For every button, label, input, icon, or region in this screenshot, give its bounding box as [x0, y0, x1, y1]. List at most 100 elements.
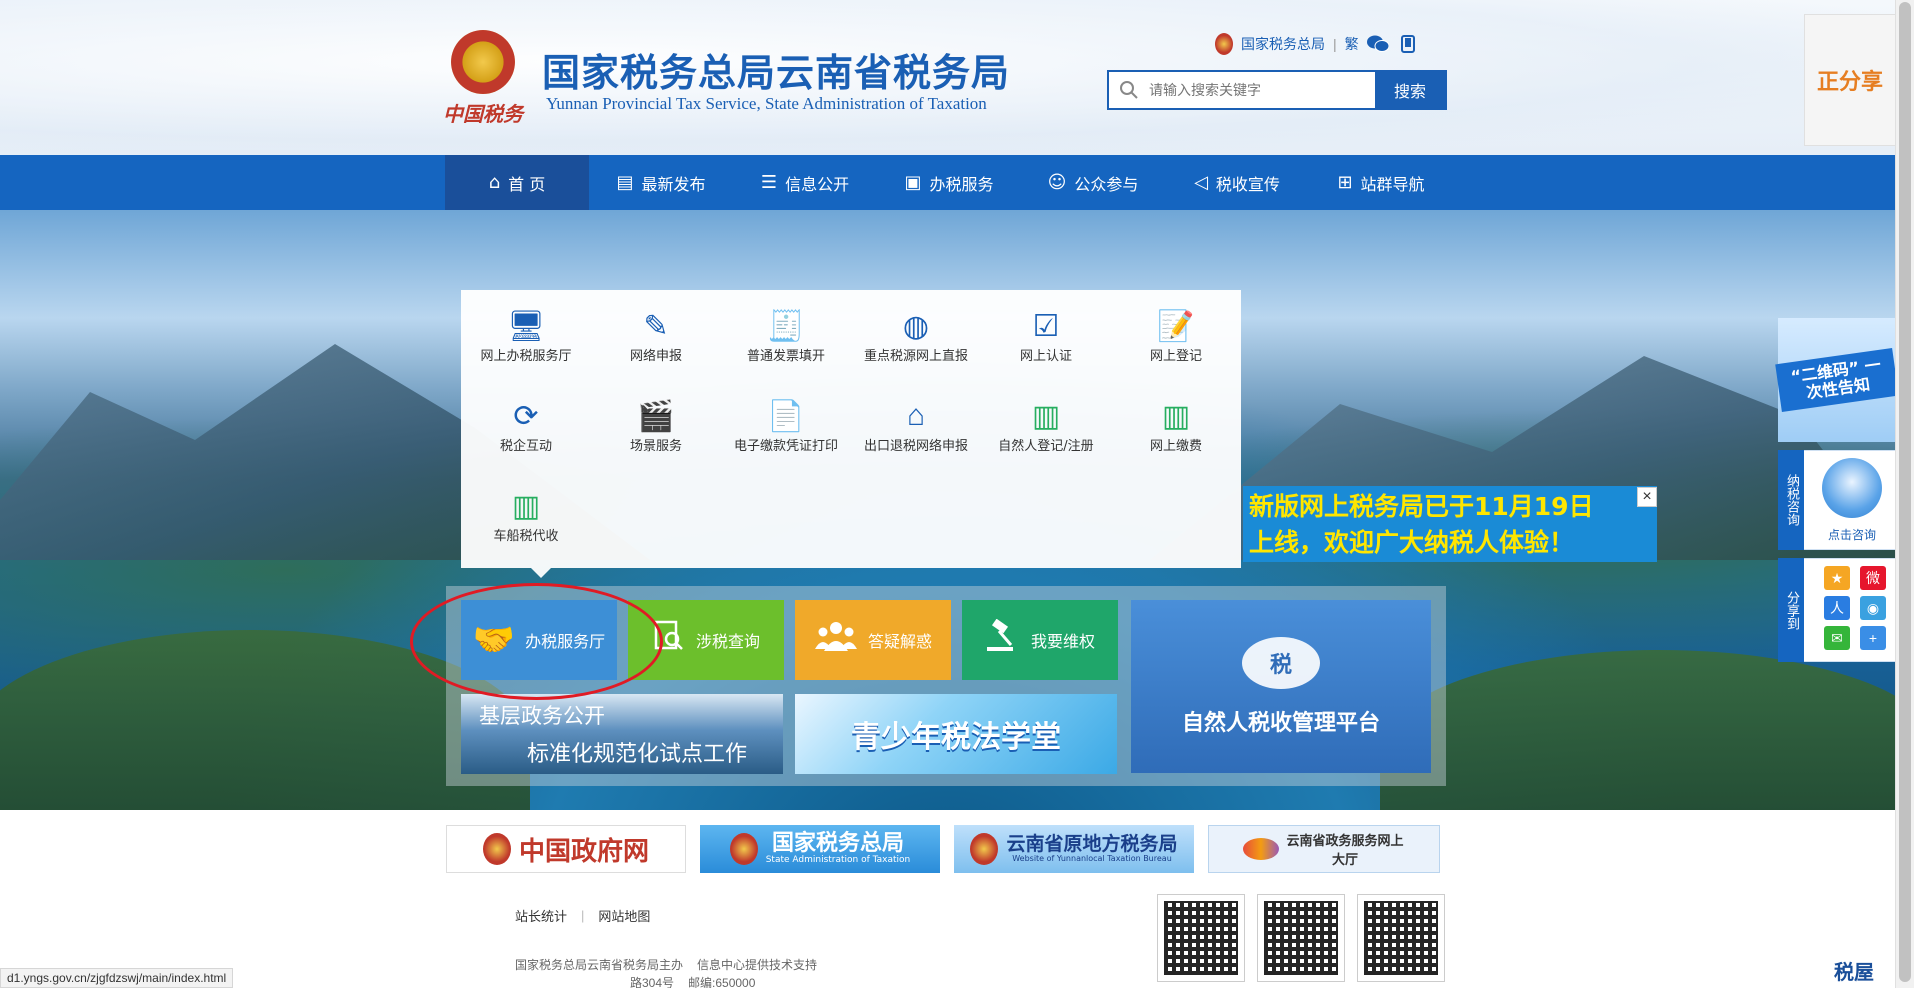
monitor-icon: 🖥 [506, 309, 546, 343]
notice-banner[interactable]: 新版网上税务局已于11月19日 上线，欢迎广大纳税人体验！ [1243, 486, 1657, 562]
receipt-icon: 📄 [767, 399, 805, 433]
address-text: 路304号 [630, 976, 675, 988]
dropdown-item-0[interactable]: 🖥 网上办税服务厅 [461, 298, 591, 388]
tencent-icon[interactable]: ◉ [1860, 596, 1886, 620]
favorite-star-icon[interactable]: ★ [1824, 566, 1850, 590]
dropdown-item-label: 出口退税网络申报 [863, 439, 968, 454]
tech-support-text: 信息中心提供技术支持 [697, 958, 818, 972]
tile-rights[interactable]: 我要维权 [962, 600, 1118, 680]
hq-link[interactable]: 国家税务总局 [1241, 34, 1325, 54]
link-sublabel: State Administration of Taxation [765, 855, 911, 865]
search-input[interactable] [1149, 72, 1375, 108]
dropdown-item-label: 网络申报 [629, 349, 682, 364]
postcode-text: 邮编:650000 [688, 976, 756, 988]
nav-item-5[interactable]: ◁ 税收宣传 [1165, 155, 1309, 210]
dropdown-item-11[interactable]: ▥ 网上缴费 [1111, 388, 1241, 478]
annotation-circle [410, 583, 663, 700]
house-export-icon: ⌂ [906, 399, 926, 432]
dropdown-item-7[interactable]: 🎬 场景服务 [591, 388, 721, 478]
nav-item-2[interactable]: ☰ 信息公开 [733, 155, 877, 210]
site-stats-link[interactable]: 站长统计 [515, 906, 567, 925]
dropdown-item-8[interactable]: 📄 电子缴款凭证打印 [721, 388, 851, 478]
tax-emblem-logo[interactable]: 中国税务 [443, 26, 523, 130]
renren-icon[interactable]: 人 [1824, 596, 1850, 620]
sitemap-link[interactable]: 网站地图 [598, 906, 650, 925]
more-share-icon[interactable]: + [1860, 626, 1886, 650]
footer-links: 站长统计 | 网站地图 [515, 906, 650, 925]
tile-natural-person-platform[interactable]: 税 自然人税收管理平台 [1131, 600, 1431, 773]
qr-promo-float[interactable]: “二维码” 一次性告知 [1775, 318, 1899, 442]
dropdown-item-9[interactable]: ⌂ 出口退税网络申报 [851, 388, 981, 478]
dropdown-item-label: 场景服务 [629, 439, 682, 454]
dropdown-item-label: 车船税代收 [493, 529, 559, 544]
site-title: 国家税务总局云南省税务局 [542, 51, 1011, 95]
search-button[interactable]: 搜索 [1375, 72, 1445, 108]
scrollbar-thumb[interactable] [1899, 2, 1911, 982]
nav-item-0[interactable]: ⌂ 首 页 [445, 155, 589, 210]
nav-item-4[interactable]: ☺ 公众参与 [1021, 155, 1165, 210]
nav-label: 信息公开 [785, 174, 850, 194]
nav-item-6[interactable]: ⊞ 站群导航 [1309, 155, 1453, 210]
qr-code-3[interactable] [1357, 894, 1445, 982]
emblem-icon [1215, 33, 1233, 55]
divider: | [1333, 36, 1337, 52]
status-bar-url: d1.yngs.gov.cn/zjgfdzswj/main/index.html [0, 968, 234, 988]
dropdown-item-4[interactable]: ☑ 网上认证 [981, 298, 1111, 388]
nav-item-1[interactable]: ▤ 最新发布 [589, 155, 733, 210]
dropdown-item-3[interactable]: ◍ 重点税源网上直报 [851, 298, 981, 388]
tile-qa[interactable]: 答疑解惑 [795, 600, 951, 680]
weibo-icon[interactable]: 微 [1860, 566, 1886, 590]
sitemap-icon: ⊞ [1337, 172, 1353, 193]
register-doc-icon: 📝 [1157, 309, 1195, 343]
link-yn-local-tax[interactable]: 云南省原地方税务局 Website of Yunnanlocal Taxatio… [954, 825, 1194, 873]
vertical-scrollbar[interactable] [1895, 0, 1914, 988]
link-yn-gov-service[interactable]: 云南省政务服务网上大厅 [1208, 825, 1440, 873]
dropdown-item-label: 电子缴款凭证打印 [733, 439, 838, 454]
home-icon: ⌂ [488, 172, 501, 193]
share-box[interactable]: 正分享 [1804, 14, 1896, 146]
qr-code-1[interactable] [1157, 894, 1245, 982]
traditional-chinese-link[interactable]: 繁 [1345, 34, 1359, 54]
link-sat[interactable]: 国家税务总局 State Administration of Taxation [700, 825, 940, 873]
share-side-label: 分享到 [1778, 558, 1804, 662]
nav-item-3[interactable]: ▣ 办税服务 [877, 155, 1021, 210]
dropdown-item-label: 自然人登记/注册 [998, 439, 1094, 454]
main-nav: ⌂ 首 页 ▤ 最新发布 ☰ 信息公开 ▣ 办税服务 ☺ 公众参与 ◁ 税收宣传 ⊞ 站群导航 [0, 155, 1895, 210]
wechat-share-icon[interactable]: ✉ [1824, 626, 1850, 650]
qr-code-2[interactable] [1257, 894, 1345, 982]
id-check-icon: ☑ [1032, 309, 1060, 343]
tax-emblem-icon [729, 833, 758, 865]
dropdown-item-6[interactable]: ⟳ 税企互动 [461, 388, 591, 478]
nav-label: 公众参与 [1074, 174, 1139, 194]
dropdown-item-12[interactable]: ▥ 车船税代收 [461, 478, 591, 568]
people-icon: ☺ [1047, 172, 1067, 193]
dropdown-item-1[interactable]: ✎ 网络申报 [591, 298, 721, 388]
dropdown-item-label: 重点税源网上直报 [863, 349, 968, 364]
nav-label: 最新发布 [641, 174, 706, 194]
notice-line-2: 上线，欢迎广大纳税人体验！ [1249, 528, 1575, 557]
dropdown-item-10[interactable]: ▥ 自然人登记/注册 [981, 388, 1111, 478]
national-emblem-icon [451, 30, 515, 94]
document-icon: ▤ [616, 172, 634, 193]
link-label: 国家税务总局 [771, 831, 904, 856]
tile-youth-tax-school[interactable]: 青少年税法学堂 [795, 694, 1117, 774]
sponsor-text: 国家税务总局云南省税务局主办 [515, 958, 684, 972]
dropdown-item-5[interactable]: 📝 网上登记 [1111, 298, 1241, 388]
nav-label: 站群导航 [1360, 174, 1425, 194]
tax-logo-icon: 税 [1242, 636, 1320, 689]
watermark-brand: 税屋 [1834, 960, 1874, 984]
dropdown-item-2[interactable]: 🧾 普通发票填开 [721, 298, 851, 388]
search-box: 搜索 [1107, 70, 1447, 110]
qr-codes [1157, 894, 1445, 982]
tile-label-line-1: 基层政务公开 [479, 704, 605, 728]
wechat-icon[interactable] [1366, 34, 1389, 54]
group-question-icon [814, 619, 858, 662]
gavel-icon [985, 618, 1021, 662]
consult-link[interactable]: 点击咨询 [1810, 526, 1894, 543]
notice-close-button[interactable]: × [1637, 487, 1657, 507]
link-gov-cn[interactable]: 中国政府网 [446, 825, 686, 873]
tile-grassroots-affairs[interactable]: 基层政务公开 标准化规范化试点工作 [461, 694, 783, 774]
id-card-icon: ▣ [904, 172, 922, 193]
mobile-icon[interactable] [1397, 34, 1419, 54]
avatar-icon[interactable] [1822, 458, 1882, 518]
